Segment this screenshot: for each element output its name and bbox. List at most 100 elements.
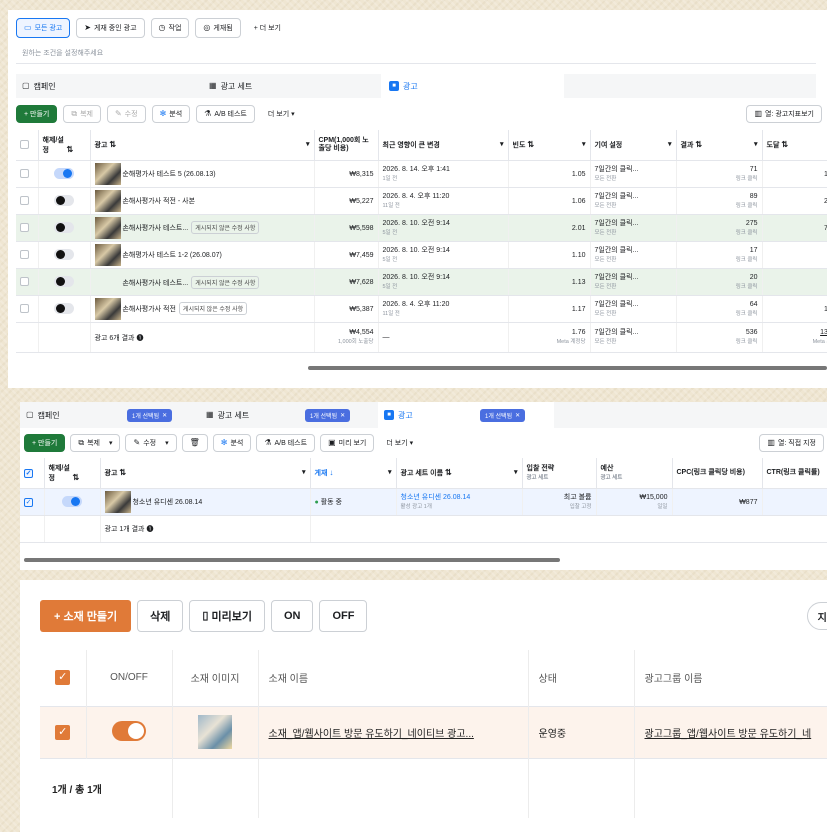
table-row[interactable]: ✓ 청소년 유디센 26.08.14 ● 활동 중 청소년 유디센 26.08.… — [20, 488, 827, 516]
ad-toggle[interactable] — [54, 167, 74, 179]
tab-tasks[interactable]: ◷ 작업 — [150, 18, 190, 38]
col-bid-strategy[interactable]: 입찰 전략 광고 세트 — [522, 458, 597, 489]
col-ad[interactable]: 광고 ⇅ ▾ — [90, 130, 315, 161]
adset-selected-chip[interactable]: 1개 선택됨 ✕ — [305, 409, 351, 422]
col-attribution[interactable]: 기여 설정 ▾ — [590, 130, 677, 161]
col-delivery[interactable]: 게재 ↓ ▾ — [310, 458, 397, 489]
ad-toggle[interactable] — [54, 302, 74, 314]
tab-active-ads[interactable]: ➤ 게재 중인 광고 — [76, 18, 145, 38]
select-all-checkbox[interactable]: ✓ — [24, 468, 33, 478]
ad-toggle[interactable] — [62, 495, 82, 507]
ad-toggle[interactable] — [54, 221, 74, 233]
row-toggle-cell[interactable] — [38, 160, 91, 188]
ad-name-cell[interactable]: 손해사평가사 테스트... 게시되지 않은 수정 사항 — [90, 214, 315, 242]
level-tab-ads[interactable]: ■ 광고 — [381, 74, 564, 98]
row-checkbox[interactable] — [20, 222, 29, 232]
adset-name-cell[interactable]: 청소년 유디센 26.08.14 활성 광고 1개 — [396, 488, 523, 516]
off-button[interactable]: OFF — [319, 600, 368, 632]
create-creative-button[interactable]: + 소재 만들기 — [40, 600, 132, 632]
create-button[interactable]: + 만들기 — [24, 434, 66, 452]
ad-name-cell[interactable]: 순해평가사 테스트 5 (26.08.13) — [90, 160, 315, 188]
ad-name-cell[interactable]: 손해사평가사 적전 - 사본 — [90, 187, 315, 215]
select-all-checkbox[interactable]: ✓ — [55, 670, 71, 686]
col-ad[interactable]: 광고 ⇅ ▾ — [100, 458, 311, 489]
horizontal-scrollbar[interactable] — [308, 366, 827, 370]
table-row[interactable]: 손해사평가사 테스트... 게시되지 않은 수정 사항 ₩5,598 2026. 8.… — [16, 214, 827, 242]
level-tab-campaign[interactable]: ▢ 캠페인 — [16, 74, 202, 98]
row-toggle-cell[interactable] — [38, 241, 91, 269]
table-row[interactable]: ✓ 소재_앱/웹사이트 방문 유도하기_네이티브 광고... 운영중 광고그룹_… — [40, 706, 827, 758]
close-icon[interactable]: ✕ — [162, 412, 167, 419]
table-row[interactable]: 손해사평가사 테스트... 게시되지 않은 수정 사항 ₩7,628 2026. 8.… — [16, 268, 827, 296]
table-row[interactable]: 손해사평가사 적전 게시되지 않은 수정 사항 ₩5,387 2026. 8. 4. … — [16, 295, 827, 323]
row-toggle-cell[interactable] — [38, 187, 91, 215]
more-button[interactable]: 더 보기 ▾ — [261, 105, 302, 123]
columns-button[interactable]: ▥ 열: 직접 지정 — [759, 434, 824, 452]
col-ctr[interactable]: CTR(링크 클릭률) — [762, 458, 827, 489]
delete-button[interactable]: 🗑 — [181, 434, 208, 452]
row-checkbox[interactable]: ✓ — [24, 497, 33, 507]
duplicate-button[interactable]: ⧉ 복제 — [63, 105, 101, 123]
row-toggle-cell[interactable] — [38, 268, 91, 296]
col-onoff[interactable]: 해제/설정 ⇅ — [44, 458, 101, 489]
row-select-cell[interactable] — [16, 268, 39, 296]
adgroup-name-cell[interactable]: 광고그룹_앱/웹사이트 방문 유도하기_네 — [634, 706, 827, 758]
ad-toggle[interactable] — [54, 194, 74, 206]
ab-test-button[interactable]: ⚗ A/B 테스트 — [256, 434, 316, 452]
row-select-cell[interactable] — [16, 214, 39, 242]
creative-toggle[interactable] — [112, 720, 146, 741]
row-checkbox[interactable] — [20, 168, 29, 178]
level-tab-adsets[interactable]: ▦ 광고 세트 — [201, 74, 384, 98]
ad-toggle[interactable] — [54, 275, 74, 287]
table-row[interactable]: 손해평가사 테스트 1-2 (26.08.07) ₩7,459 2026. 8. 1… — [16, 241, 827, 269]
create-button[interactable]: + 만들기 — [16, 105, 58, 123]
horizontal-scrollbar[interactable] — [24, 558, 560, 562]
level-tab-campaign[interactable]: ▢ 캠페인 — [26, 402, 60, 428]
row-select-cell[interactable] — [16, 295, 39, 323]
row-checkbox[interactable] — [20, 195, 29, 205]
metrics-button[interactable]: 지표 — [806, 602, 827, 630]
col-cpm[interactable]: CPM(1,000회 노출당 비용) — [314, 130, 379, 161]
row-toggle-cell[interactable] — [38, 214, 91, 242]
col-results[interactable]: 결과 ⇅ ▾ — [676, 130, 763, 161]
level-tab-ads[interactable]: ■ 광고 — [378, 402, 554, 428]
table-row[interactable]: 손해사평가사 적전 - 사본 ₩5,227 2026. 8. 4. 오후 11:20… — [16, 187, 827, 215]
ad-selected-chip[interactable]: 1개 선택됨 ✕ — [480, 409, 526, 422]
select-all-cell[interactable]: ✓ — [40, 650, 87, 706]
ad-toggle[interactable] — [54, 248, 74, 260]
more-views-button[interactable]: + 더 보기 — [247, 19, 288, 37]
creative-name-cell[interactable]: 소재_앱/웹사이트 방문 유도하기_네이티브 광고... — [258, 706, 529, 758]
select-all-cell[interactable]: ✓ — [20, 458, 45, 489]
duplicate-button[interactable]: ⧉ 복제 ▾ — [70, 434, 121, 452]
row-checkbox[interactable] — [20, 303, 29, 313]
row-select-cell[interactable]: ✓ — [20, 488, 45, 516]
col-cpc[interactable]: CPC(링크 클릭당 비용) — [672, 458, 763, 489]
preview-button[interactable]: ▯ 미리보기 — [189, 600, 265, 632]
row-toggle-cell[interactable] — [38, 295, 91, 323]
col-last-edit[interactable]: 최근 영향이 큰 변경 ▾ — [378, 130, 509, 161]
filter-input[interactable]: 원하는 조건을 설정해주세요 — [16, 44, 816, 64]
row-checkbox[interactable] — [20, 249, 29, 259]
analyze-button[interactable]: ✻ 분석 — [212, 434, 252, 452]
table-row[interactable]: 순해평가사 테스트 5 (26.08.13) ₩8,315 2026. 8. 14.… — [16, 160, 827, 188]
delete-button[interactable]: 삭제 — [137, 600, 184, 632]
ad-name-cell[interactable]: 손해사평가사 테스트... 게시되지 않은 수정 사항 — [90, 268, 315, 296]
col-budget[interactable]: 예산 광고 세트 — [596, 458, 673, 489]
row-select-cell[interactable] — [16, 160, 39, 188]
col-onoff[interactable]: 해제/설정 ⇅ — [38, 130, 91, 161]
select-all-cell[interactable] — [16, 130, 39, 161]
on-button[interactable]: ON — [270, 600, 314, 632]
row-toggle-cell[interactable] — [44, 488, 101, 516]
row-checkbox[interactable]: ✓ — [55, 724, 71, 740]
close-icon[interactable]: ✕ — [515, 412, 520, 419]
row-select-cell[interactable]: ✓ — [40, 706, 87, 758]
row-checkbox[interactable] — [20, 276, 29, 286]
select-all-checkbox[interactable] — [20, 139, 29, 149]
columns-button[interactable]: ▥ 열: 광고지표보기 — [746, 105, 822, 123]
row-toggle-cell[interactable] — [86, 706, 173, 758]
edit-button[interactable]: ✎ 수정 ▾ — [125, 434, 177, 452]
analyze-button[interactable]: ✻ 분석 — [151, 105, 191, 123]
tab-all-ads[interactable]: ▭ 모든 광고 — [16, 18, 71, 38]
col-adset-name[interactable]: 광고 세트 이름 ⇅ ▾ — [396, 458, 523, 489]
ad-name-cell[interactable]: 손해평가사 테스트 1-2 (26.08.07) — [90, 241, 315, 269]
